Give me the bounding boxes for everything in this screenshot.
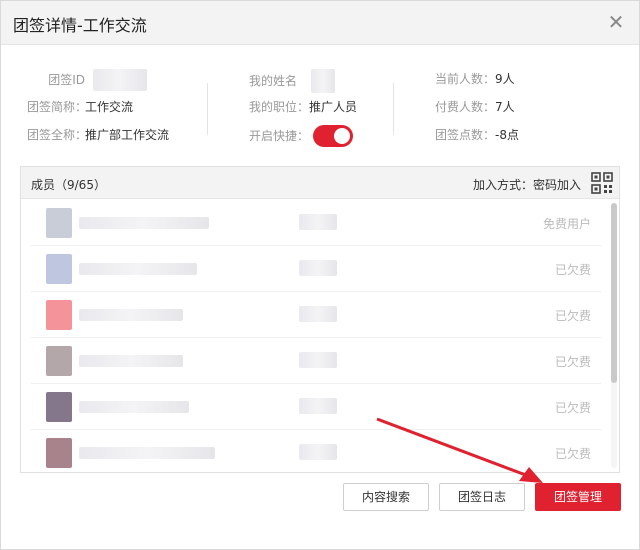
group-id-label: 团签ID [48,72,85,87]
member-role-redacted [299,214,337,230]
my-position-value: 推广人员 [309,100,358,114]
points-value: -8点 [495,128,519,142]
group-detail-dialog: 团签详情-工作交流 ✕ 团签ID 团签简称：工作交流 团签全称：推广部工作交流 … [0,0,640,550]
member-header: 成员（9/65） 加入方式：密码加入 [21,167,619,199]
member-name-redacted [79,217,209,229]
divider [393,83,394,135]
content-search-button[interactable]: 内容搜索 [343,483,429,511]
current-count-value: 9人 [495,72,515,86]
member-status: 已欠费 [554,263,591,277]
member-name-redacted [79,447,215,459]
member-status: 已欠费 [554,401,591,415]
member-status: 已欠费 [554,447,591,461]
group-id-value-redacted [92,69,147,91]
member-role-redacted [299,260,337,276]
member-avatar [46,254,72,284]
current-count-row: 当前人数：9人 [435,69,519,97]
shortcut-row: 开启快捷： [249,125,357,153]
member-name-redacted [79,309,183,321]
member-status: 已欠费 [554,355,591,369]
my-name-value-redacted [310,69,335,93]
member-role-redacted [299,398,337,414]
title-bar: 团签详情-工作交流 ✕ [1,1,639,45]
scroll-thumb[interactable] [611,203,617,383]
join-method: 加入方式：密码加入 [472,178,581,192]
group-full-name-label: 团签全称： [27,128,88,142]
paid-count-label: 付费人数： [435,100,496,114]
my-info-column: 我的姓名 我的职位：推广人员 开启快捷： [249,69,357,153]
member-name-redacted [79,263,197,275]
group-short-name-value: 工作交流 [85,100,134,114]
toggle-knob [333,128,350,144]
member-count-title: 成员（9/65） [31,178,106,192]
group-id-row: 团签ID [27,69,169,97]
member-role-redacted [299,352,337,368]
member-role-redacted [299,444,337,460]
member-name-redacted [79,401,189,413]
my-name-label: 我的姓名 [249,73,298,88]
member-avatar [46,392,72,422]
divider [207,83,208,135]
member-row[interactable]: 免费用户 [31,200,601,246]
member-status: 已欠费 [554,309,591,323]
my-position-label: 我的职位： [249,100,310,114]
close-icon[interactable]: ✕ [605,11,627,33]
group-info-column: 团签ID 团签简称：工作交流 团签全称：推广部工作交流 [27,69,169,153]
group-short-name-row: 团签简称：工作交流 [27,97,169,125]
member-status: 免费用户 [542,217,591,231]
member-row[interactable]: 已欠费 [31,246,601,292]
dialog-title: 团签详情-工作交流 [13,16,147,35]
group-log-button[interactable]: 团签日志 [439,483,525,511]
my-position-row: 我的职位：推广人员 [249,97,357,125]
shortcut-label: 开启快捷： [249,128,310,143]
member-row[interactable]: 已欠费 [31,292,601,338]
paid-count-value: 7人 [495,100,515,114]
group-manage-button[interactable]: 团签管理 [535,483,621,511]
shortcut-toggle[interactable] [312,125,353,147]
member-list-scrollbar[interactable] [611,203,617,468]
group-full-name-value: 推广部工作交流 [85,128,170,142]
member-role-redacted [299,306,337,322]
my-name-row: 我的姓名 [249,69,357,97]
current-count-label: 当前人数： [435,72,496,86]
paid-count-row: 付费人数：7人 [435,97,519,125]
group-full-name-row: 团签全称：推广部工作交流 [27,125,169,153]
member-avatar [46,346,72,376]
member-row[interactable]: 已欠费 [31,338,601,384]
count-info-column: 当前人数：9人 付费人数：7人 团签点数：-8点 [435,69,519,153]
member-avatar [46,208,72,238]
points-row: 团签点数：-8点 [435,125,519,153]
member-avatar [46,300,72,330]
qr-code-icon[interactable] [591,172,613,194]
group-short-name-label: 团签简称： [27,100,88,114]
pointer-arrow-icon [376,417,543,483]
points-label: 团签点数： [435,128,496,142]
member-avatar [46,438,72,468]
member-name-redacted [79,355,183,367]
